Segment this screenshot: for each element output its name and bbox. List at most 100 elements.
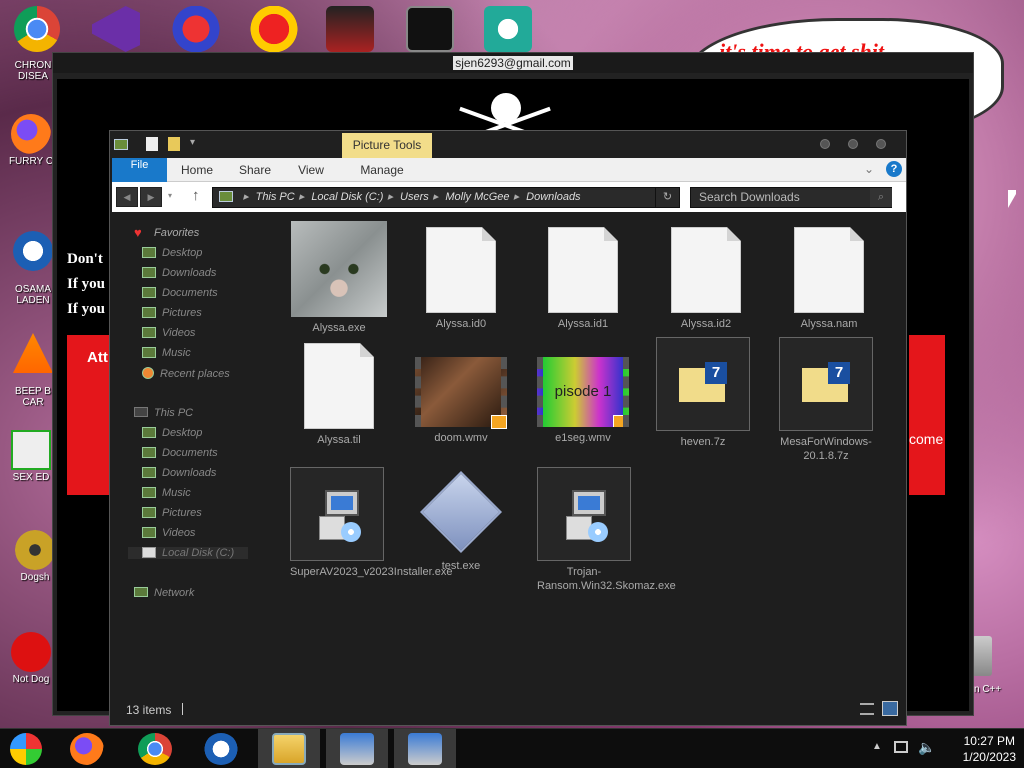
breadcrumb-this-pc[interactable]: This PC: [256, 191, 295, 203]
file-item[interactable]: Trojan-Ransom.Win32.Skomaz.exe: [537, 467, 676, 593]
nav-pc-local-disk[interactable]: Local Disk (C:): [128, 547, 248, 559]
breadcrumb-users[interactable]: Users: [400, 191, 429, 203]
game-icon-skull[interactable]: [484, 6, 532, 52]
tab-share[interactable]: Share: [230, 158, 280, 182]
nav-favorites[interactable]: Favorites: [154, 227, 199, 239]
file-name: Alyssa.til: [317, 434, 361, 446]
nav-fav-pictures[interactable]: Pictures: [142, 307, 202, 319]
nav-this-pc[interactable]: This PC: [154, 407, 193, 419]
up-arrow-icon[interactable]: ↑: [192, 187, 200, 204]
new-folder-icon[interactable]: [168, 137, 180, 151]
cmd-icon[interactable]: [406, 6, 454, 52]
nav-fav-videos[interactable]: Videos: [142, 327, 195, 339]
network-tray-icon[interactable]: [894, 741, 908, 753]
file-item[interactable]: Alyssa.nam: [774, 227, 884, 331]
nav-pc-music[interactable]: Music: [142, 487, 191, 499]
game-icon-p[interactable]: [250, 6, 298, 52]
file-item[interactable]: 7 heven.7z: [656, 337, 750, 449]
game-icon-bat[interactable]: [326, 6, 374, 52]
ribbon-expand-icon[interactable]: ⌄: [864, 162, 874, 176]
properties-icon[interactable]: [146, 137, 158, 151]
recent-places-icon: [142, 367, 154, 379]
tab-view[interactable]: View: [288, 158, 334, 182]
start-button[interactable]: [10, 733, 42, 765]
tab-manage[interactable]: Manage: [344, 158, 420, 182]
search-input[interactable]: Search Downloads: [690, 187, 892, 208]
nav-fav-documents[interactable]: Documents: [142, 287, 218, 299]
file-item[interactable]: Alyssa.id2: [651, 227, 761, 331]
nav-pc-downloads[interactable]: Downloads: [142, 467, 216, 479]
folder-icon[interactable]: [114, 139, 128, 150]
maximize-button[interactable]: [848, 139, 858, 149]
bg-line-3: If you: [67, 301, 105, 317]
file-item[interactable]: SuperAV2023_v2023Installer.exe: [290, 467, 452, 579]
file-item[interactable]: Alyssa.id0: [406, 227, 516, 331]
system-clock[interactable]: 10:27 PM 1/20/2023: [963, 733, 1016, 765]
search-icon[interactable]: ⌕: [870, 188, 892, 207]
address-bar[interactable]: ▸ This PC ▸ Local Disk (C:) ▸ Users ▸ Molly…: [212, 187, 680, 208]
music-folder-icon: [142, 487, 156, 498]
background-window-titlebar[interactable]: sjen6293@gmail.com: [53, 53, 973, 73]
taskbar-explorer-icon[interactable]: [272, 733, 306, 765]
breadcrumb-local-disk[interactable]: Local Disk (C:): [311, 191, 383, 203]
chevron-right-icon: ▸: [513, 191, 520, 203]
tab-home[interactable]: Home: [172, 158, 222, 182]
clock-time: 10:27 PM: [963, 734, 1015, 748]
breadcrumb-downloads[interactable]: Downloads: [526, 191, 580, 203]
nav-pc-documents[interactable]: Documents: [142, 447, 218, 459]
taskbar-chrome-icon[interactable]: [138, 733, 172, 765]
recycle-bin-icon[interactable]: [972, 636, 992, 676]
game-icon-2[interactable]: [172, 6, 220, 52]
volume-icon[interactable]: 🔈: [918, 739, 935, 756]
nav-fav-recent[interactable]: Recent places: [142, 367, 230, 380]
taskbar-obama-icon[interactable]: [204, 733, 238, 765]
chrome-icon[interactable]: [14, 6, 60, 52]
file-item[interactable]: doom.wmv: [406, 357, 516, 445]
file-item[interactable]: Alyssa.til: [284, 343, 394, 447]
nav-pc-pictures[interactable]: Pictures: [142, 507, 202, 519]
details-view-icon[interactable]: [860, 703, 874, 715]
refresh-icon[interactable]: ↻: [655, 188, 679, 207]
close-button[interactable]: [876, 139, 886, 149]
desktop-icon-label: CHRON DISEA: [14, 60, 52, 82]
file-item[interactable]: test.exe: [406, 470, 516, 573]
help-icon[interactable]: ?: [886, 161, 902, 177]
status-divider: [182, 703, 183, 715]
nav-pc-videos[interactable]: Videos: [142, 527, 195, 539]
document-icon: [794, 227, 864, 313]
chevron-down-icon[interactable]: ▾: [190, 137, 195, 148]
taskbar-installer-icon-1[interactable]: [340, 733, 374, 765]
nav-fav-desktop[interactable]: Desktop: [142, 247, 202, 259]
pictures-folder-icon: [142, 507, 156, 518]
nav-item-label: Documents: [162, 287, 218, 299]
status-bar: 13 items: [110, 697, 906, 725]
visual-studio-icon[interactable]: [92, 6, 140, 52]
address-folder-icon: [219, 191, 233, 202]
file-item[interactable]: Alyssa.exe: [284, 221, 394, 335]
context-tab-picture-tools[interactable]: Picture Tools: [342, 133, 432, 158]
large-icons-view-icon[interactable]: [882, 701, 898, 716]
minimize-button[interactable]: [820, 139, 830, 149]
videos-folder-icon: [142, 527, 156, 538]
nav-fav-music[interactable]: Music: [142, 347, 191, 359]
forward-button[interactable]: ▶: [140, 187, 162, 207]
file-item[interactable]: pisode 1 e1seg.wmv: [528, 357, 638, 445]
taskbar-installer-icon-2[interactable]: [408, 733, 442, 765]
breadcrumb-molly-mcgee[interactable]: Molly McGee: [445, 191, 509, 203]
nav-network[interactable]: Network: [154, 587, 194, 599]
desktop-icon-label: OSAMA LADEN: [14, 284, 52, 306]
taskbar-firefox-icon[interactable]: [70, 733, 104, 765]
back-button[interactable]: ◀: [116, 187, 138, 207]
file-explorer-window[interactable]: ▾ Picture Tools File Home Share View Man…: [109, 130, 907, 726]
file-name: Trojan-Ransom.Win32.Skomaz.exe: [537, 566, 676, 592]
file-item[interactable]: 7 MesaForWindows-20.1.8.7z: [779, 337, 873, 463]
desktop-icon-notdog[interactable]: Not Dog: [4, 632, 58, 685]
recent-locations-icon[interactable]: ▾: [168, 191, 172, 200]
file-item[interactable]: Alyssa.id1: [528, 227, 638, 331]
nav-pc-desktop[interactable]: Desktop: [142, 427, 202, 439]
show-hidden-icons-icon[interactable]: ▲: [872, 741, 882, 752]
tab-file[interactable]: File: [112, 158, 167, 182]
nav-fav-downloads[interactable]: Downloads: [142, 267, 216, 279]
desktop-icon-sexed[interactable]: SEX ED: [4, 430, 58, 483]
desktop-icon-furry[interactable]: FURRY C: [4, 114, 58, 167]
